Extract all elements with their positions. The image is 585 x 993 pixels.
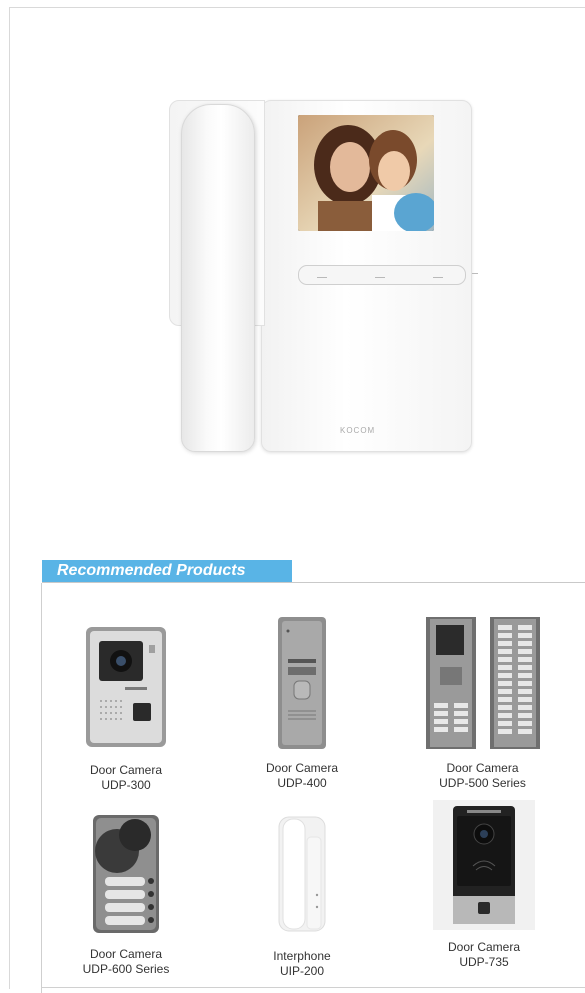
product-name: Door Camera [89, 763, 163, 777]
monitor-screen [298, 115, 434, 231]
divider [41, 987, 585, 988]
divider [42, 582, 585, 583]
product-card-udp-400[interactable]: Door Camera UDP-400 [248, 617, 356, 791]
product-name: Door Camera [447, 940, 521, 954]
product-card-uip-200[interactable]: Interphone UIP-200 [248, 815, 356, 979]
hero-product-image: KOCOM [165, 100, 478, 452]
interphone-icon[interactable] [277, 815, 327, 933]
brand-logo: KOCOM [340, 426, 376, 435]
product-model: UDP-300 [101, 778, 151, 792]
door-camera-icon[interactable] [91, 815, 161, 933]
product-name: Door Camera [265, 761, 339, 775]
side-button [472, 273, 478, 274]
product-model: UDP-735 [459, 955, 509, 969]
product-name: Door Camera [89, 947, 163, 961]
key-icon [433, 271, 443, 278]
product-card-udp-600[interactable]: Door Camera UDP-600 Series [72, 815, 180, 977]
product-model: UDP-600 Series [82, 962, 170, 976]
product-model: UDP-400 [277, 776, 327, 790]
door-camera-icon[interactable] [433, 800, 535, 930]
monitor-button-strip [298, 265, 466, 285]
handset [181, 104, 255, 452]
product-name: Door Camera [446, 761, 519, 775]
product-model: UDP-500 Series [439, 776, 526, 790]
family-photo [298, 115, 434, 231]
section-title: Recommended Products [57, 562, 246, 579]
door-camera-icon[interactable] [422, 617, 544, 749]
door-camera-icon[interactable] [272, 617, 332, 749]
product-card-udp-735[interactable]: Door Camera UDP-735 [430, 800, 538, 970]
key-icon [375, 271, 385, 278]
door-camera-icon[interactable] [81, 625, 171, 749]
key-icon [317, 271, 327, 278]
product-name: Interphone [273, 949, 331, 963]
recommended-section-header: Recommended Products [42, 560, 585, 584]
product-card-udp-300[interactable]: Door Camera UDP-300 [72, 625, 180, 793]
product-model: UIP-200 [279, 964, 325, 978]
section-title-bar: Recommended Products [42, 560, 292, 582]
product-card-udp-500[interactable]: Door Camera UDP-500 Series [420, 617, 545, 791]
divider [41, 583, 42, 993]
